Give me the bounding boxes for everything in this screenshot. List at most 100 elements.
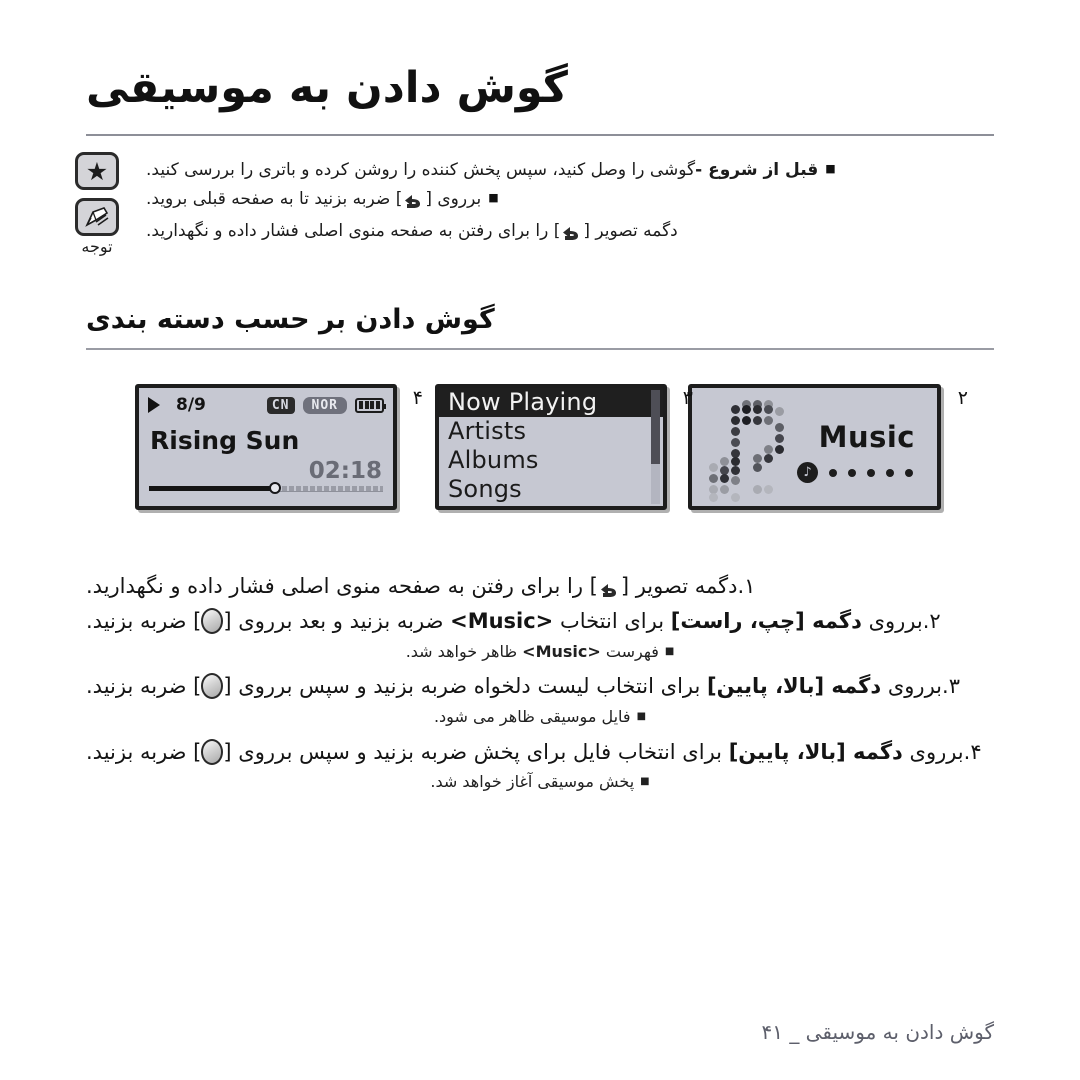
step-4-bold: دگمه [بالا، پایین] bbox=[728, 739, 903, 764]
sound-mode-badge: NOR bbox=[302, 396, 347, 414]
note-line-start-text: گوشی را وصل کنید، سپس پخش کننده را روشن … bbox=[146, 160, 696, 180]
list-item-songs[interactable]: Songs bbox=[439, 475, 663, 504]
step-3-bold: دگمه [بالا، پایین] bbox=[707, 674, 882, 699]
pager-dot bbox=[867, 468, 875, 477]
battery-icon bbox=[355, 397, 386, 413]
page-indicator-dots: ♪ bbox=[797, 462, 913, 483]
list-item-now-playing[interactable]: Now Playing bbox=[439, 388, 663, 417]
pager-dot bbox=[905, 468, 913, 477]
step-4: ۴.برروی دگمه [بالا، پایین] برای انتخاب ف… bbox=[86, 738, 994, 768]
note-line-back-post: ] ضربه بزنید تا به صفحه قبلی بروید. bbox=[146, 189, 403, 210]
note-text-lines: ■ قبل از شروع -گوشی را وصل کنید، سپس پخش … bbox=[146, 156, 994, 250]
section-divider bbox=[86, 348, 994, 350]
step-3-b: برای انتخاب لیست دلخواه ضربه بزنید و سپس… bbox=[223, 674, 708, 699]
select-button-keycap bbox=[201, 738, 224, 765]
note-line-home-post: ] را برای رفتن به صفحه منوی اصلی فشار دا… bbox=[146, 221, 561, 242]
pager-dot bbox=[848, 468, 856, 477]
step-2-substep-pre: فهرست bbox=[600, 641, 659, 661]
step-2-b: برای انتخاب bbox=[553, 608, 671, 633]
repeat-mode-icon: CN bbox=[266, 396, 295, 414]
step-2-substep-post: ظاهر خواهد شد. bbox=[405, 641, 523, 661]
step-3-substep-text: فایل موسیقی ظاهر می شود. bbox=[433, 707, 631, 727]
progress-remaining bbox=[275, 486, 383, 492]
bullet-glyph: ■ bbox=[488, 191, 499, 205]
screen-number-4: ۴ bbox=[412, 387, 423, 409]
music-label: Music bbox=[818, 420, 915, 454]
back-button-keycap bbox=[402, 188, 425, 217]
bullet-glyph: ■ bbox=[664, 645, 675, 657]
screen-number-3: ۳ bbox=[682, 387, 693, 409]
music-splash-screen: Music ♪ bbox=[688, 384, 941, 510]
progress-filled bbox=[149, 486, 276, 491]
progress-knob[interactable] bbox=[269, 482, 282, 494]
step-1: ۱.دگمه تصویر [ ] را برای رفتن به صفحه منو… bbox=[86, 572, 994, 605]
back-arrow-icon bbox=[600, 584, 616, 597]
step-2: ۲.برروی دگمه [چپ، راست] برای انتخاب <Mus… bbox=[86, 607, 994, 637]
elapsed-time: 02:18 bbox=[308, 458, 382, 484]
scrollbar-thumb[interactable] bbox=[651, 390, 660, 464]
note-caption: توجه bbox=[81, 237, 113, 256]
now-playing-screen: 8/9 CN NOR Rising Sun 02:18 bbox=[135, 384, 397, 510]
step-4-b: برای انتخاب فایل برای پخش ضربه بزنید و س… bbox=[223, 739, 729, 764]
back-arrow-icon bbox=[405, 195, 421, 209]
page-footer: گوش دادن به موسیقی _ ۴۱ bbox=[761, 1020, 994, 1044]
pager-dot bbox=[829, 468, 837, 477]
pager-dot bbox=[886, 468, 894, 477]
step-3: ۳.برروی دگمه [بالا، پایین] برای انتخاب ل… bbox=[86, 672, 994, 702]
play-icon bbox=[148, 397, 160, 413]
step-1-post: ] را برای رفتن به صفحه منوی اصلی فشار دا… bbox=[86, 574, 598, 598]
note-line-home-pre: دگمه تصویر [ bbox=[583, 221, 678, 242]
star-icon: ★ bbox=[75, 152, 119, 190]
note-line-back: ■ برروی [ ] ضربه بزنید تا به صفحه قبلی برو… bbox=[146, 185, 994, 217]
pencil-note-icon bbox=[75, 198, 119, 236]
select-button-keycap bbox=[201, 673, 224, 700]
page-title: گوش دادن به موسیقی bbox=[86, 63, 568, 113]
note-line-start: ■ قبل از شروع -گوشی را وصل کنید، سپس پخش … bbox=[146, 156, 994, 185]
step-4-a: برروی bbox=[902, 739, 964, 764]
track-counter: 8/9 bbox=[176, 395, 206, 415]
step-2-number: ۲. bbox=[922, 608, 941, 633]
bullet-glyph: ■ bbox=[640, 776, 650, 788]
bullet-glyph: ■ bbox=[636, 711, 647, 723]
step-2-d: ] ضربه بزنید. bbox=[86, 608, 202, 633]
step-2-substep-tag: <Music> bbox=[522, 641, 601, 661]
step-3-a: برروی bbox=[881, 674, 942, 699]
note-line-home: دگمه تصویر [ ] را برای رفتن به صفحه منوی … bbox=[146, 217, 994, 249]
screen-illustrations: ۲ Music ♪ ۳ Now Playing Artists Albums S… bbox=[102, 383, 968, 528]
step-2-substep: ■ فهرست <Music> ظاهر خواهد شد. bbox=[86, 639, 994, 665]
step-4-substep: ■ پخش موسیقی آغاز خواهد شد. bbox=[86, 769, 994, 795]
instruction-steps: ۱.دگمه تصویر [ ] را برای رفتن به صفحه منو… bbox=[86, 572, 994, 803]
note-line-back-pre: برروی [ bbox=[425, 189, 482, 210]
star-glyph: ★ bbox=[85, 156, 109, 186]
section-heading: گوش دادن بر حسب دسته بندی bbox=[86, 304, 495, 335]
bullet-glyph: ■ bbox=[825, 162, 836, 175]
step-1-pre: دگمه تصویر [ bbox=[620, 574, 738, 598]
music-note-artwork bbox=[706, 400, 798, 502]
step-3-number: ۳. bbox=[942, 674, 960, 699]
select-button-keycap bbox=[201, 607, 224, 634]
status-bar: 8/9 CN NOR bbox=[139, 394, 393, 416]
step-2-c: ضربه بزنید و بعد برروی [ bbox=[223, 608, 451, 633]
step-2-a: برروی bbox=[861, 608, 923, 633]
list-item-albums[interactable]: Albums bbox=[439, 446, 663, 475]
song-title: Rising Sun bbox=[150, 426, 300, 455]
screen-number-2: ۲ bbox=[957, 387, 968, 409]
step-4-substep-text: پخش موسیقی آغاز خواهد شد. bbox=[430, 772, 635, 792]
music-list-screen: Now Playing Artists Albums Songs bbox=[435, 384, 667, 510]
step-4-d: ] ضربه بزنید. bbox=[86, 739, 202, 764]
list-item-artists[interactable]: Artists bbox=[439, 417, 663, 446]
music-note-pager-icon: ♪ bbox=[797, 462, 818, 483]
playback-progress-bar[interactable] bbox=[149, 482, 383, 494]
back-button-keycap bbox=[560, 220, 583, 249]
note-icon-column: ★ توجه bbox=[66, 152, 128, 255]
step-1-number: ۱. bbox=[737, 574, 756, 598]
step-4-number: ۴. bbox=[963, 739, 982, 764]
title-divider bbox=[86, 134, 994, 136]
note-line-start-bold: قبل از شروع - bbox=[695, 160, 819, 180]
step-3-substep: ■ فایل موسیقی ظاهر می شود. bbox=[86, 704, 994, 730]
step-2-bold: دگمه [چپ، راست] bbox=[670, 608, 862, 633]
manual-page: گوش دادن به موسیقی ★ توجه ■ قبل از شروع -… bbox=[0, 0, 1080, 1080]
step-3-d: ] ضربه بزنید. bbox=[86, 674, 202, 699]
step-2-tag: <Music> bbox=[450, 608, 554, 633]
back-arrow-icon bbox=[563, 227, 579, 241]
